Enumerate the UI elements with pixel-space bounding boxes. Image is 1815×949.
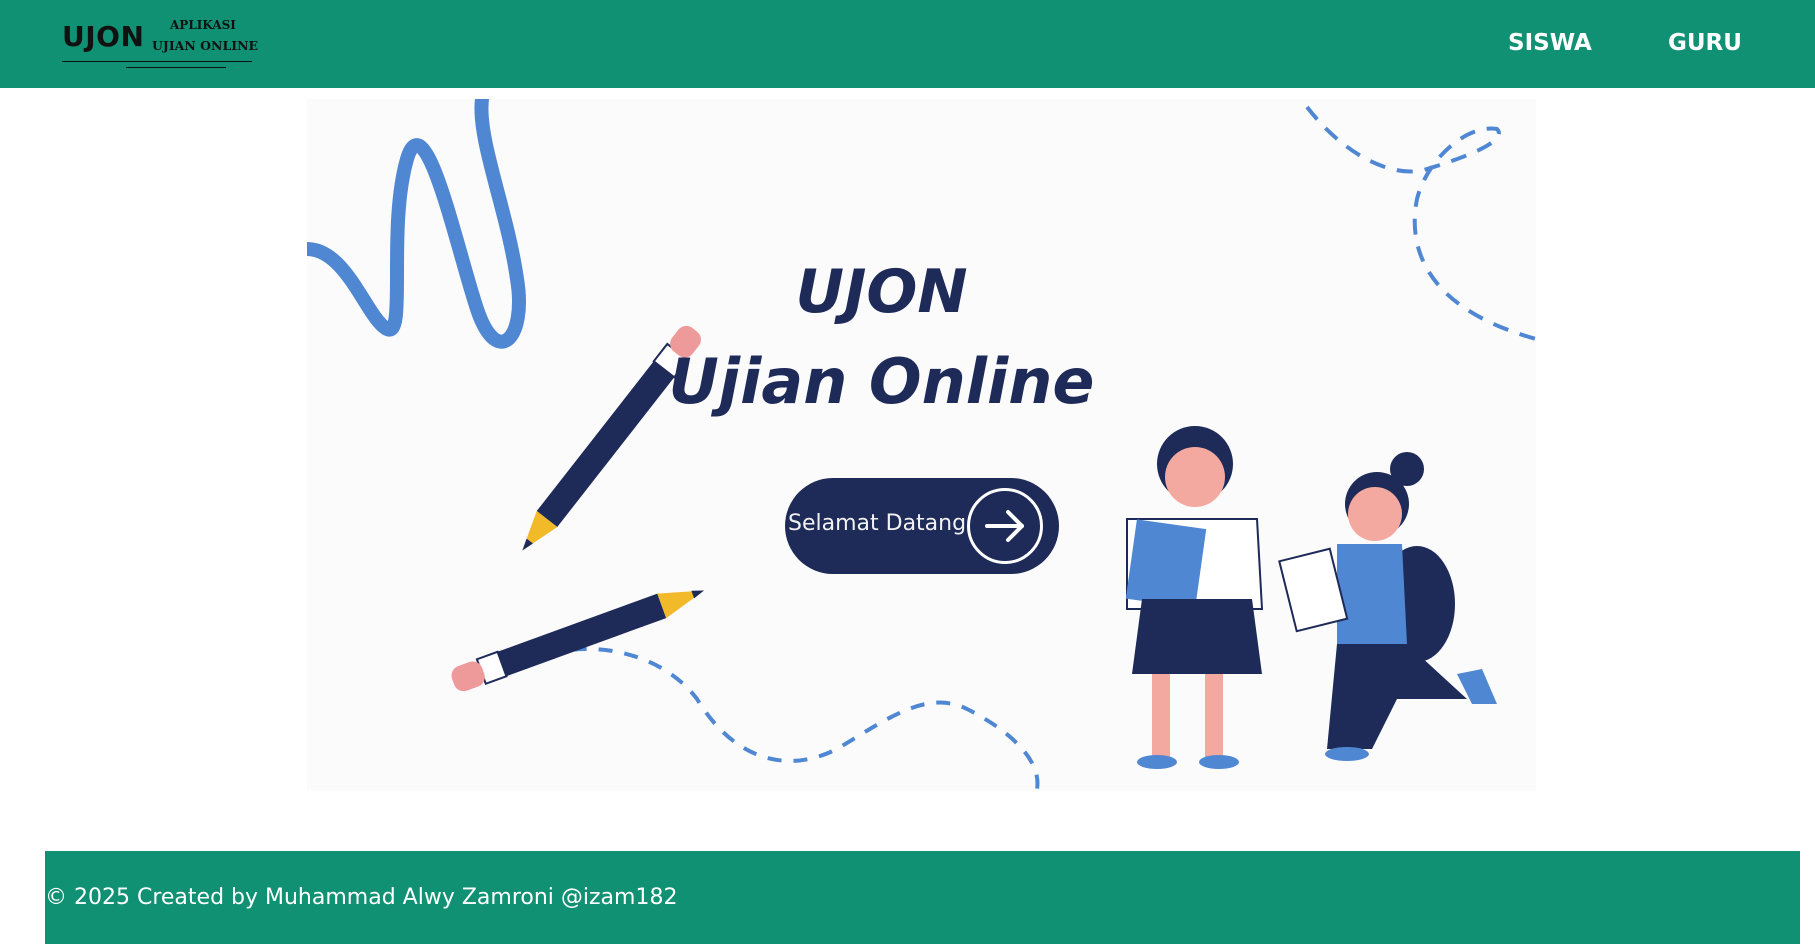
logo-subtitle-2: UJIAN ONLINE <box>152 38 259 53</box>
logo-underline <box>126 67 226 68</box>
banner-illustration <box>307 99 1536 790</box>
student-illustration <box>1278 452 1497 761</box>
welcome-button[interactable]: Selamat Datang <box>785 478 1059 574</box>
welcome-button-label: Selamat Datang <box>788 511 967 536</box>
logo-underline <box>62 61 252 62</box>
footer-copyright: © 2025 Created by Muhammad Alwy Zamroni … <box>45 885 678 910</box>
hero-banner: UJON Ujian Online Selamat Datang <box>307 99 1536 791</box>
arrow-right-icon <box>967 488 1043 564</box>
nav-link-guru[interactable]: GURU <box>1668 30 1742 56</box>
student-illustration <box>1125 426 1264 769</box>
logo-main-text: UJON <box>62 20 145 53</box>
dashed-line-decoration <box>546 647 1040 790</box>
logo-subtitle-1: APLIKASI <box>170 18 236 32</box>
banner-subtitle: Ujian Online <box>668 345 1095 418</box>
footer: © 2025 Created by Muhammad Alwy Zamroni … <box>45 851 1800 944</box>
logo[interactable]: UJON APLIKASI UJIAN ONLINE <box>62 14 262 74</box>
banner-title: UJON <box>795 257 968 327</box>
navbar: UJON APLIKASI UJIAN ONLINE SISWA GURU <box>0 0 1815 88</box>
nav-link-siswa[interactable]: SISWA <box>1508 30 1592 56</box>
pencil-icon <box>451 590 705 692</box>
